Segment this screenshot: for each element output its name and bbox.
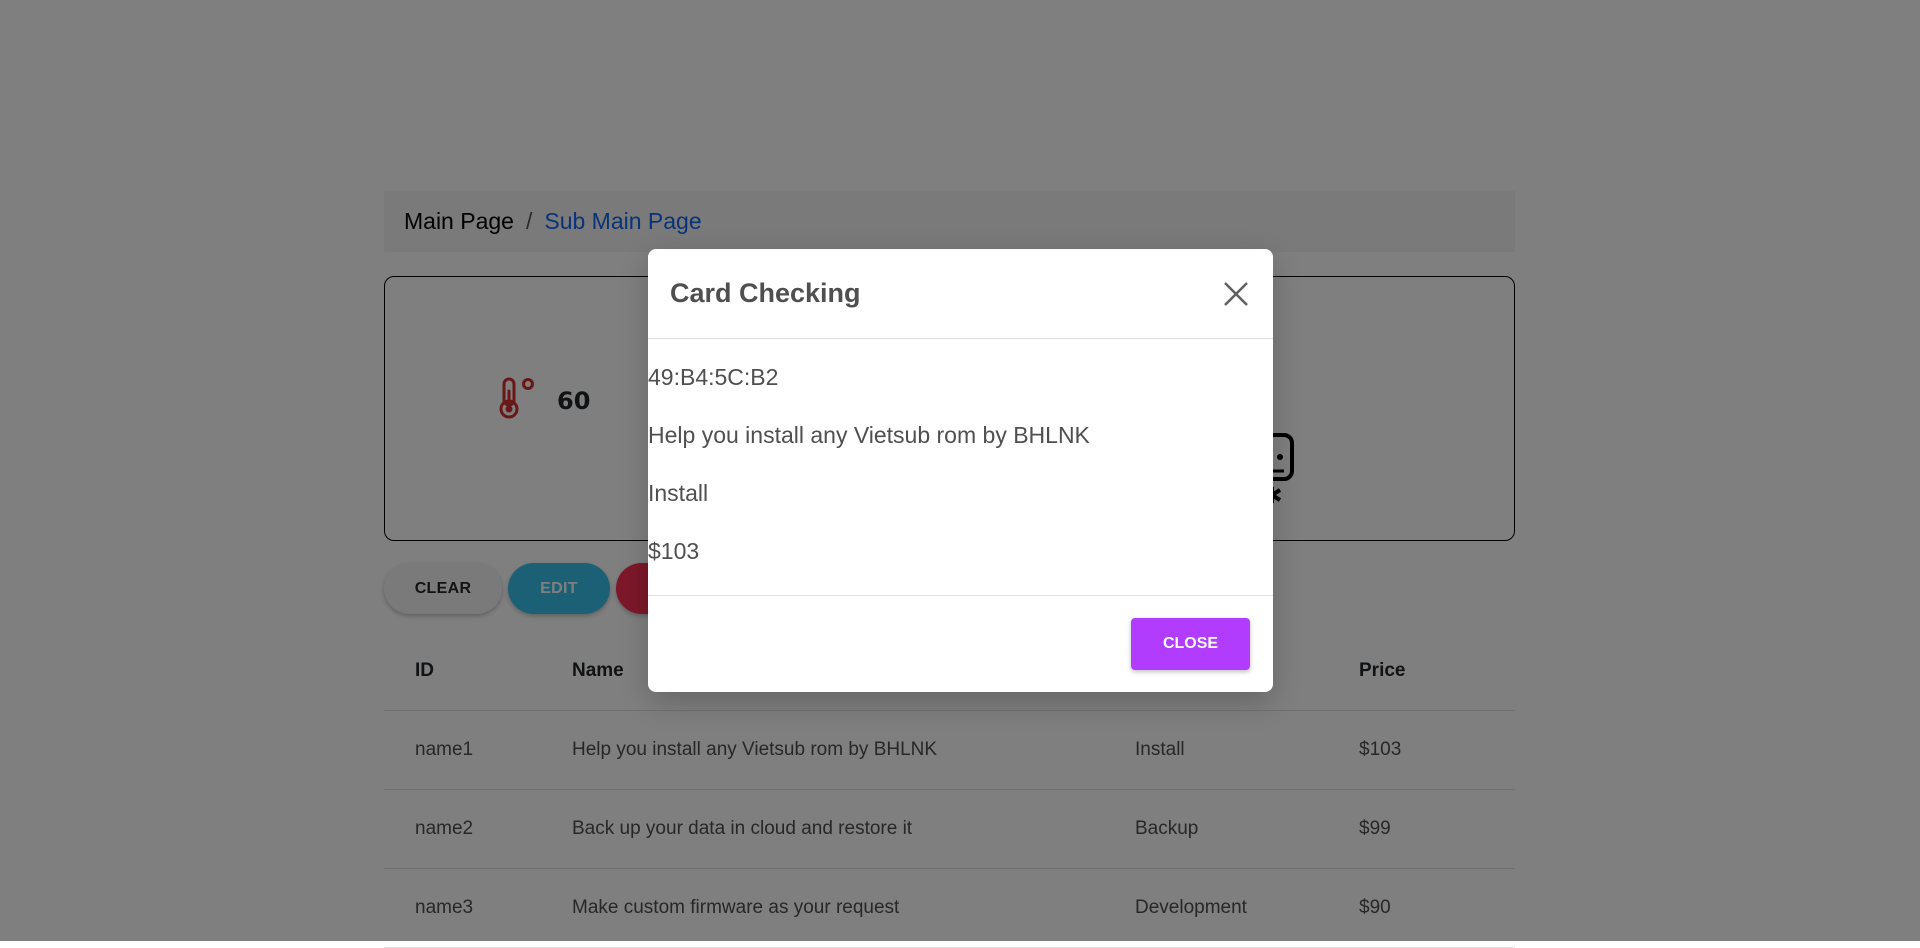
modal-body: 49:B4:5C:B2 Help you install any Vietsub…	[648, 339, 1273, 596]
page: Main Page / Sub Main Page 60	[0, 0, 1920, 948]
service-name: Help you install any Vietsub rom by BHLN…	[648, 422, 1090, 448]
card-uid: 49:B4:5C:B2	[648, 364, 779, 390]
card-checking-modal: Card Checking 49:B4:5C:B2 Help you insta…	[648, 249, 1273, 692]
modal-title: Card Checking	[670, 278, 861, 308]
close-icon[interactable]	[1219, 277, 1253, 311]
modal-header: Card Checking	[648, 249, 1273, 339]
service-category: Install	[648, 480, 709, 506]
modal-footer: CLOSE	[648, 596, 1273, 692]
close-button[interactable]: CLOSE	[1131, 618, 1250, 670]
service-price: $103	[648, 538, 700, 564]
